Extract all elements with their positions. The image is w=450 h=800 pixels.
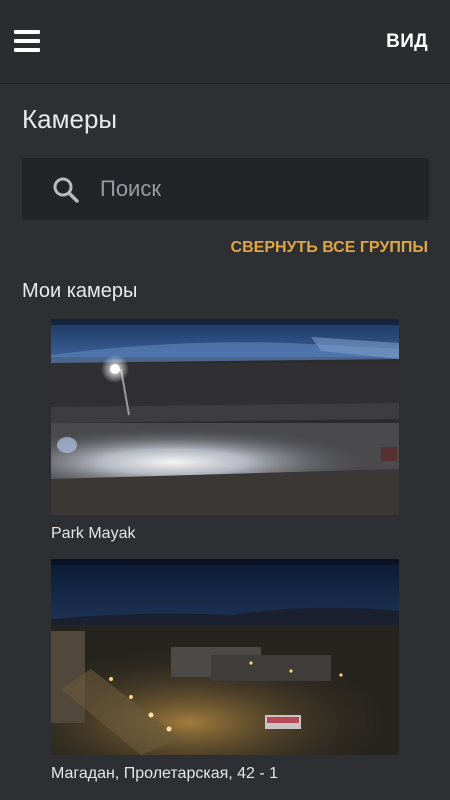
camera-thumbnail[interactable] (51, 319, 399, 515)
camera-name: Park Mayak (51, 525, 136, 542)
search-icon (53, 177, 79, 203)
view-button[interactable]: ВИД (386, 31, 428, 53)
search-bar[interactable] (22, 158, 429, 220)
search-input[interactable] (100, 172, 400, 206)
camera-thumbnail[interactable] (51, 559, 399, 755)
menu-icon-line (14, 48, 40, 52)
menu-icon-line (14, 39, 40, 43)
camera-name: Магадан, Пролетарская, 42 - 1 (51, 765, 279, 782)
camera-card[interactable]: Park Mayak (51, 319, 399, 543)
group-title: Мои камеры (22, 280, 138, 302)
menu-icon-line (14, 30, 40, 34)
camera-card[interactable]: Магадан, Пролетарская, 42 - 1 (51, 559, 399, 783)
collapse-all-groups-button[interactable]: СВЕРНУТЬ ВСЕ ГРУППЫ (231, 239, 428, 257)
page-title: Камеры (22, 104, 118, 134)
menu-icon[interactable] (14, 28, 41, 55)
app-bar: ВИД (0, 0, 450, 84)
